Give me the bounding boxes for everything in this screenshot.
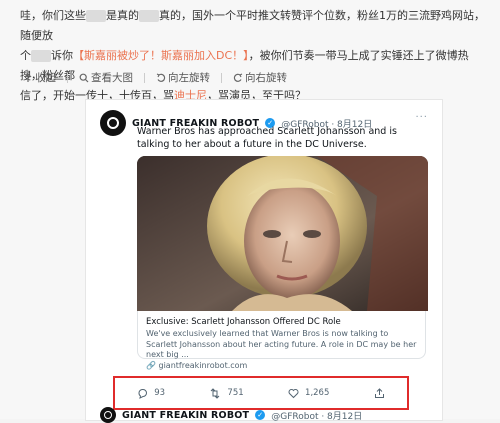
reply-count: 93 [154, 388, 166, 398]
engagement-stats-highlight: 93 751 1,265 [113, 376, 409, 410]
link-title: Exclusive: Scarlett Johansson Offered DC… [146, 317, 341, 327]
reply-icon [138, 388, 148, 399]
tweet-text: Warner Bros has approached Scarlett Joha… [137, 126, 397, 150]
avatar[interactable] [100, 407, 116, 423]
tweet-screenshot[interactable]: GIANT FREAKIN ROBOT ✓ @GFRobot · 8月12日 ·… [85, 99, 443, 423]
image-toolbar: 收起 查看大图 向左旋转 向右旋转 [22, 70, 288, 85]
like-count: 1,265 [305, 388, 330, 398]
bookmark-icon [24, 72, 32, 82]
portrait-image [137, 156, 428, 311]
reply-button[interactable]: 93 [137, 388, 165, 399]
like-button[interactable]: 1,265 [288, 388, 329, 399]
avatar[interactable] [100, 110, 126, 136]
weibo-post: 哇，你们这些 是真的 真的，国外一个平时推文转赞评个位数，粉丝1万的三流野鸡网站，随… [0, 0, 500, 423]
divider [144, 72, 145, 83]
divider [67, 72, 68, 83]
link-preview-card[interactable]: Exclusive: Scarlett Johansson Offered DC… [137, 311, 426, 370]
collapse-button[interactable]: 收起 [22, 70, 57, 85]
blur-censor [139, 10, 159, 22]
post-text: 哇，你们这些 是真的 真的，国外一个平时推文转赞评个位数，粉丝1万的三流野鸡网站，随… [20, 6, 490, 106]
zoom-icon [79, 73, 89, 82]
rotate-left-icon [156, 73, 166, 82]
highlight-quote: 【斯嘉丽被炒了！斯嘉丽加入DC！】 [73, 49, 249, 62]
retweet-icon [211, 387, 220, 399]
heart-icon [288, 388, 299, 398]
divider [221, 72, 222, 83]
share-icon [374, 387, 384, 398]
tweet-photo[interactable] [137, 156, 428, 311]
retweet-count: 751 [227, 388, 244, 398]
next-tweet-header: GIANT FREAKIN ROBOT ✓ @GFRobot · 8月12日 [100, 407, 362, 423]
blur-censor [86, 10, 106, 22]
view-large-image-button[interactable]: 查看大图 [78, 70, 134, 85]
link-description: We've exclusively learned that Warner Br… [146, 329, 417, 359]
share-button[interactable] [374, 387, 385, 399]
blur-censor [31, 50, 51, 62]
link-url: 🔗 giantfreakinrobot.com [146, 360, 248, 370]
more-options-icon[interactable]: ··· [415, 112, 428, 123]
retweet-button[interactable]: 751 [209, 387, 244, 399]
rotate-left-button[interactable]: 向左旋转 [155, 70, 211, 85]
rotate-right-button[interactable]: 向右旋转 [232, 70, 288, 85]
rotate-right-icon [233, 73, 243, 82]
post-text-line-1: 哇，你们这些 是真的 真的，国外一个平时推文转赞评个位数，粉丝1万的三流野鸡网站，随… [20, 9, 485, 42]
handle-date: @GFRobot · 8月12日 [271, 411, 363, 422]
